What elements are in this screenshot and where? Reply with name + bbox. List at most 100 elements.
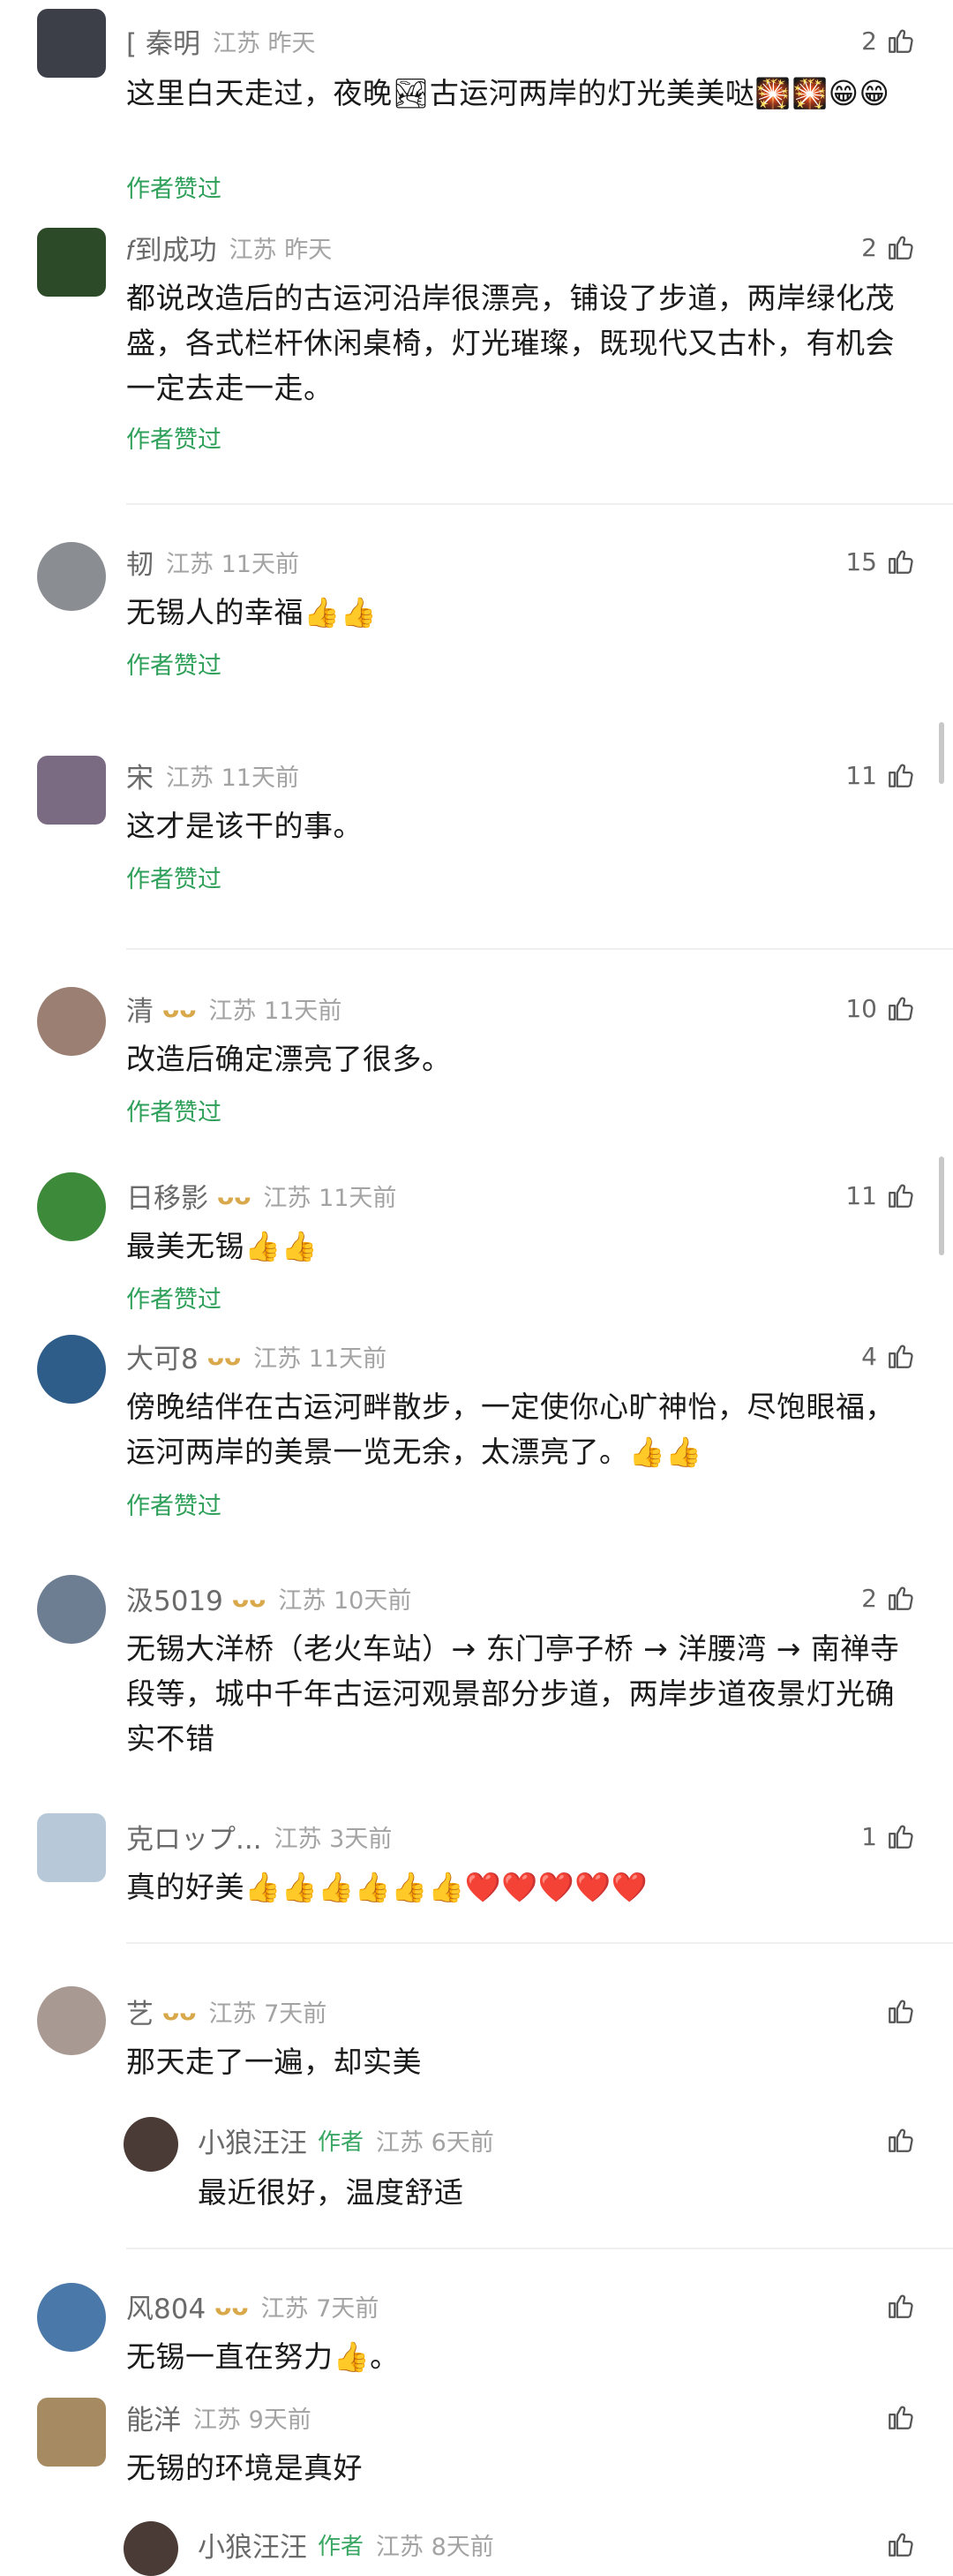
comment-text: 最近很好，温度舒适: [198, 2175, 464, 2210]
author-badge: 作者: [318, 2128, 364, 2156]
thumbs-up-icon: [889, 1825, 913, 1849]
thumbs-up-icon: [889, 2128, 913, 2152]
thumbs-up-icon: [889, 2406, 913, 2429]
comment-header: 小狼汪汪 作者 江苏 8天前: [198, 2525, 494, 2564]
like-button[interactable]: 4: [861, 1337, 916, 1375]
avatar[interactable]: [124, 2521, 178, 2576]
location-time: 江苏 11天前: [208, 997, 342, 1025]
like-button[interactable]: 10: [845, 989, 916, 1028]
user-name[interactable]: 大可8: [126, 1337, 199, 1376]
like-count: 1: [861, 1821, 877, 1851]
like-button[interactable]: [877, 2286, 916, 2325]
avatar[interactable]: [37, 2398, 106, 2467]
like-count: 11: [845, 760, 877, 790]
comment-header: 宋 江苏 11天前: [126, 756, 299, 795]
like-count: 2: [861, 232, 877, 262]
divider: [126, 503, 953, 505]
like-count: 4: [861, 1341, 877, 1371]
vip-badge-icon: ᴗᴗ: [214, 2291, 249, 2321]
user-name[interactable]: 清: [126, 989, 154, 1028]
comment-text: 无锡的环境是真好: [126, 2451, 363, 2485]
like-count: 2: [861, 26, 877, 56]
avatar[interactable]: [37, 2283, 106, 2352]
location-time: 江苏 昨天: [212, 29, 316, 57]
comment-header: 风804 ᴗᴗ 江苏 7天前: [126, 2286, 379, 2325]
like-button[interactable]: 11: [845, 756, 916, 795]
author-liked-label: 作者赞过: [126, 426, 221, 454]
location-time: 江苏 3天前: [274, 1825, 393, 1853]
comment-text: 改造后确定漂亮了很多。: [126, 1042, 452, 1076]
user-name[interactable]: 日移影: [126, 1176, 208, 1216]
like-button[interactable]: 11: [845, 1176, 916, 1215]
user-name[interactable]: 小狼汪汪: [198, 2120, 307, 2160]
like-count: 10: [845, 993, 877, 1023]
comment-header: 能洋 江苏 9天前: [126, 2398, 311, 2437]
thumbs-up-icon: [889, 2294, 913, 2318]
comment-text: 无锡大洋桥（老火车站）→ 东门亭子桥 → 洋腰湾 → 南禅寺段等，城中千年古运河…: [126, 1631, 900, 1756]
avatar[interactable]: [37, 1986, 106, 2055]
avatar[interactable]: [37, 987, 106, 1056]
location-time: 江苏 11天前: [263, 1184, 397, 1212]
thumbs-up-icon: [889, 1344, 913, 1368]
comment-text: 无锡人的幸福👍👍: [126, 595, 378, 629]
user-name[interactable]: 艺: [126, 1992, 154, 2031]
location-time: 江苏 7天前: [208, 2000, 327, 2028]
scroll-indicator[interactable]: [939, 1156, 944, 1255]
location-time: 江苏 10天前: [278, 1586, 412, 1615]
like-button[interactable]: [877, 2525, 916, 2564]
author-liked-label: 作者赞过: [126, 1286, 221, 1314]
user-name[interactable]: 𝑓到成功: [126, 228, 217, 267]
location-time: 江苏 6天前: [376, 2128, 494, 2157]
comment-header: 𝑓到成功 江苏 昨天: [126, 228, 332, 267]
comment-header: 韧 江苏 11天前: [126, 542, 299, 581]
thumbs-up-icon: [889, 1586, 913, 1610]
like-button[interactable]: 2: [861, 228, 916, 267]
avatar[interactable]: [37, 756, 106, 825]
author-liked-label: 作者赞过: [126, 866, 221, 893]
avatar[interactable]: [37, 9, 106, 78]
user-name[interactable]: 宋: [126, 756, 154, 795]
thumbs-up-icon: [889, 997, 913, 1021]
vip-badge-icon: ᴗᴗ: [206, 1341, 242, 1371]
location-time: 江苏 11天前: [166, 550, 299, 578]
location-time: 江苏 7天前: [260, 2294, 379, 2323]
like-button[interactable]: [877, 2398, 916, 2437]
vip-badge-icon: ᴗᴗ: [162, 1996, 197, 2026]
avatar[interactable]: [37, 228, 106, 297]
like-button[interactable]: 2: [861, 1578, 916, 1617]
thumbs-up-icon: [889, 236, 913, 260]
user-name[interactable]: 韧: [126, 542, 154, 582]
comment-text: 最美无锡👍👍: [126, 1229, 319, 1263]
user-name[interactable]: 汲5019: [126, 1578, 223, 1618]
divider: [126, 948, 953, 950]
author-liked-label: 作者赞过: [126, 176, 221, 203]
like-count: 15: [845, 546, 877, 576]
comment-text: 无锡一直在努力👍。: [126, 2339, 400, 2374]
avatar[interactable]: [37, 542, 106, 611]
thumbs-up-icon: [889, 2000, 913, 2023]
like-button[interactable]: 2: [861, 21, 916, 60]
comment-text: 真的好美👍👍👍👍👍👍❤️❤️❤️❤️❤️: [126, 1870, 649, 1904]
user-name[interactable]: [ 秦明: [126, 21, 200, 61]
thumbs-up-icon: [889, 1184, 913, 1208]
like-button[interactable]: [877, 1992, 916, 2030]
user-name[interactable]: 小狼汪汪: [198, 2525, 307, 2565]
avatar[interactable]: [37, 1335, 106, 1404]
location-time: 江苏 9天前: [193, 2406, 311, 2434]
comment-text: 那天走了一遍，却实美: [126, 2045, 422, 2079]
scroll-indicator[interactable]: [939, 722, 944, 784]
like-button[interactable]: 1: [861, 1817, 916, 1856]
avatar[interactable]: [37, 1813, 106, 1882]
like-button[interactable]: [877, 2120, 916, 2159]
user-name[interactable]: 风804: [126, 2286, 206, 2326]
avatar[interactable]: [124, 2117, 178, 2172]
like-button[interactable]: 15: [845, 542, 916, 581]
user-name[interactable]: 克ロップ...: [126, 1817, 262, 1857]
comment-text: 这才是该干的事。: [126, 809, 363, 843]
avatar[interactable]: [37, 1172, 106, 1241]
avatar[interactable]: [37, 1575, 106, 1644]
vip-badge-icon: ᴗᴗ: [231, 1583, 266, 1613]
comment-header: 清 ᴗᴗ 江苏 11天前: [126, 989, 341, 1028]
location-time: 江苏 昨天: [229, 236, 333, 264]
user-name[interactable]: 能洋: [126, 2398, 181, 2437]
